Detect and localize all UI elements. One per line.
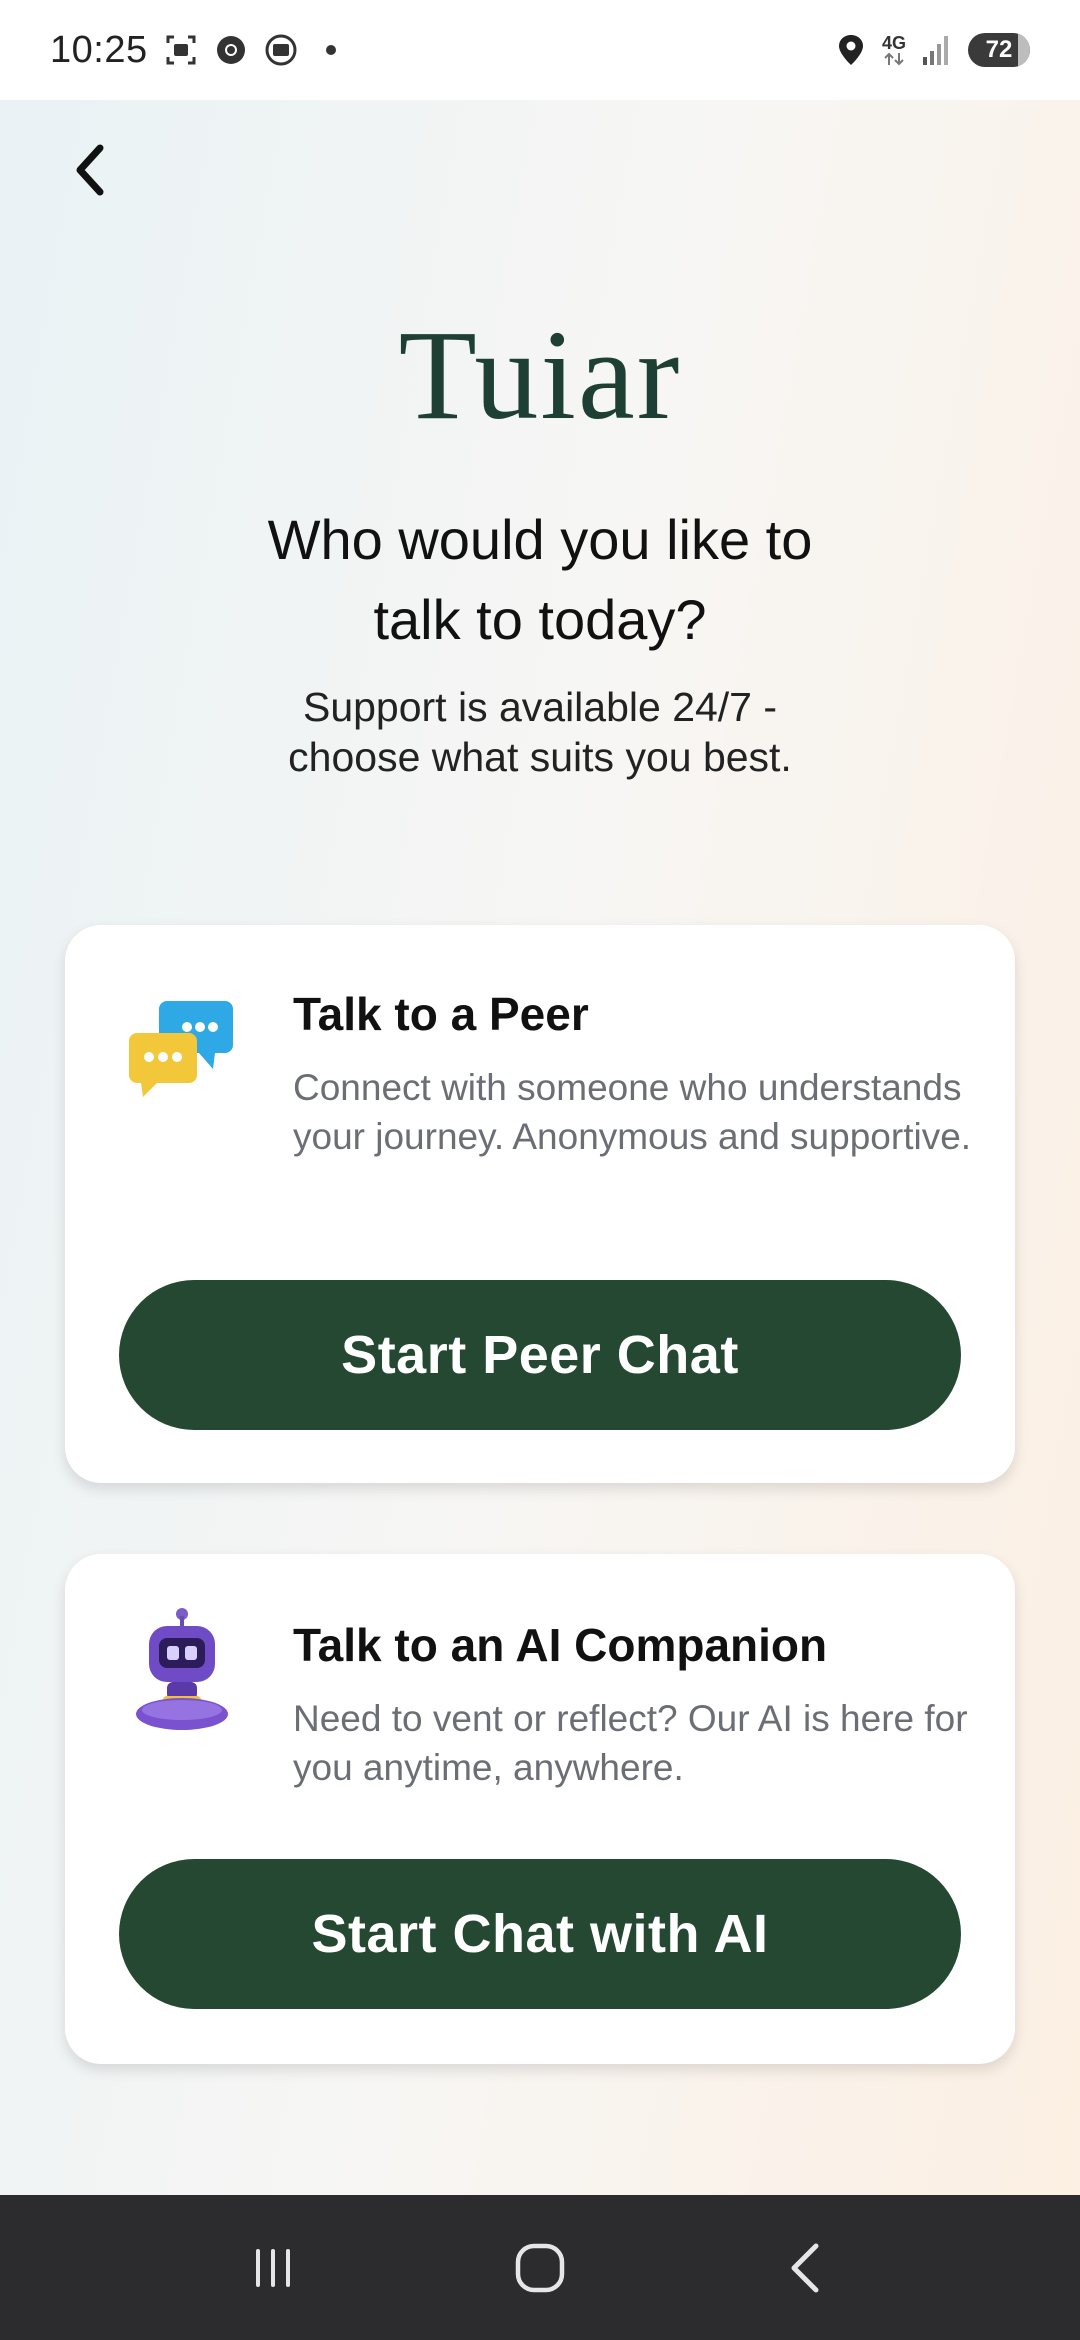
recent-apps-button[interactable] (228, 2223, 318, 2313)
peer-card-title: Talk to a Peer (293, 988, 589, 1040)
home-button[interactable] (495, 2223, 585, 2313)
media-icon (264, 33, 298, 67)
ai-chat-card: Talk to an AI Companion Need to vent or … (65, 1554, 1015, 2064)
peer-card-description: Connect with someone who understands you… (293, 1067, 972, 1157)
robot-icon (127, 1606, 237, 1730)
page-title-line-1: Who would you like to (267, 508, 813, 571)
page-subtitle-line-2: choose what suits you best. (288, 734, 792, 780)
page-title: Who would you like to talk to today? (140, 500, 940, 660)
app-screen: 10:25 4G 72 Tuiar Who would you like to … (0, 0, 1080, 2340)
app-logo: Tuiar (398, 304, 682, 446)
signal-icon (920, 33, 954, 67)
page-subtitle: Support is available 24/7 - choose what … (190, 682, 890, 782)
status-right: 4G 72 (834, 33, 1030, 67)
chrome-icon (214, 33, 248, 67)
network-type-label: 4G (881, 33, 906, 53)
system-back-button[interactable] (762, 2223, 852, 2313)
battery-icon: 72 (968, 33, 1030, 67)
back-button[interactable] (60, 140, 120, 200)
status-time: 10:25 (50, 28, 148, 71)
back-icon (791, 2243, 819, 2292)
battery-level: 72 (985, 36, 1013, 63)
recent-apps-icon (256, 2248, 291, 2287)
network-4g-icon: 4G (882, 34, 906, 66)
chevron-left-icon (76, 144, 104, 196)
home-icon (515, 2243, 565, 2292)
notification-dot-icon (314, 33, 348, 67)
start-peer-chat-button[interactable]: Start Peer Chat (119, 1280, 961, 1430)
location-icon (834, 33, 868, 67)
start-ai-chat-button[interactable]: Start Chat with AI (119, 1859, 961, 2009)
status-bar: 10:25 4G 72 (0, 0, 1080, 100)
ai-card-title: Talk to an AI Companion (293, 1619, 828, 1671)
peer-chat-card: Talk to a Peer Connect with someone who … (65, 925, 1015, 1483)
page-title-line-2: talk to today? (373, 588, 707, 651)
ai-card-description: Need to vent or reflect? Our AI is here … (293, 1698, 968, 1788)
status-left: 10:25 (50, 29, 348, 72)
chat-bubbles-icon (127, 993, 237, 1103)
page-subtitle-line-1: Support is available 24/7 - (302, 684, 778, 730)
screenshot-icon (164, 33, 198, 67)
system-nav-bar (0, 2195, 1080, 2340)
